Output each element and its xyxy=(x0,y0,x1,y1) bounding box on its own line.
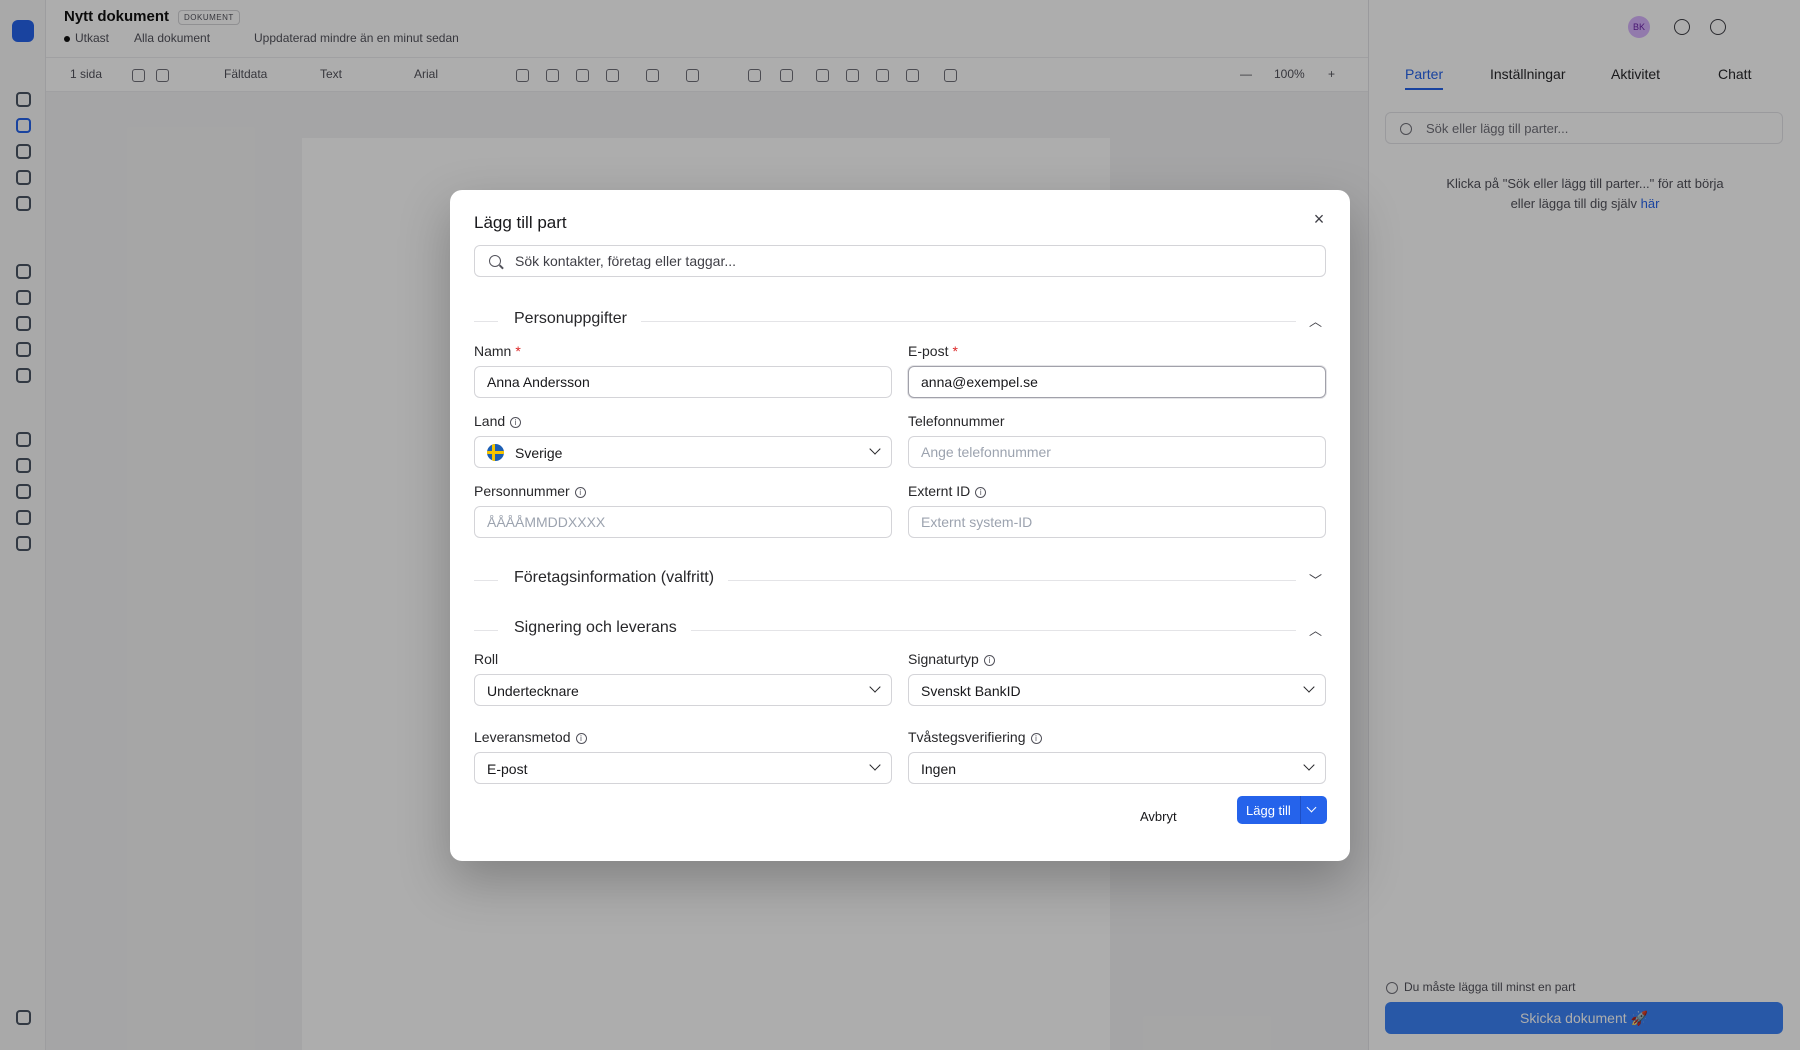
name-label-text: Namn xyxy=(474,343,512,359)
role-value: Undertecknare xyxy=(487,683,579,699)
button-divider xyxy=(1300,796,1301,824)
signature-type-label: Signaturtyp i xyxy=(908,651,995,667)
section-divider xyxy=(474,630,498,631)
country-select[interactable]: Sverige xyxy=(474,436,892,468)
external-id-field[interactable] xyxy=(908,506,1326,538)
email-label: E-post * xyxy=(908,343,958,359)
section-title: Företagsinformation (valfritt) xyxy=(514,569,729,587)
info-icon[interactable]: i xyxy=(975,487,987,498)
phone-input[interactable] xyxy=(921,437,1315,467)
two-step-label-text: Tvåstegsverifiering xyxy=(908,729,1026,745)
contact-search-input[interactable] xyxy=(515,246,1315,276)
delivery-method-value: E-post xyxy=(487,761,528,777)
external-id-label-text: Externt ID xyxy=(908,483,971,499)
country-label: Land i xyxy=(474,413,522,429)
chevron-up-icon[interactable]: ︿ xyxy=(1309,620,1322,639)
chevron-down-icon[interactable] xyxy=(1306,802,1317,813)
chevron-down-icon xyxy=(1303,681,1315,693)
section-divider xyxy=(474,580,498,581)
name-label: Namn * xyxy=(474,343,521,359)
external-id-label: Externt ID i xyxy=(908,483,987,499)
name-input[interactable] xyxy=(487,367,881,397)
info-icon[interactable]: i xyxy=(574,487,586,498)
info-icon[interactable]: i xyxy=(983,655,995,666)
phone-label: Telefonnummer xyxy=(908,413,1005,429)
chevron-down-icon xyxy=(1303,759,1315,771)
country-value: Sverige xyxy=(515,445,563,461)
info-icon[interactable]: i xyxy=(575,733,587,744)
signature-type-label-text: Signaturtyp xyxy=(908,651,979,667)
two-step-label: Tvåstegsverifiering i xyxy=(908,729,1042,745)
role-label: Roll xyxy=(474,651,499,667)
info-icon[interactable]: i xyxy=(1030,733,1042,744)
two-step-value: Ingen xyxy=(921,761,957,777)
search-icon xyxy=(489,255,501,267)
email-label-text: E-post xyxy=(908,343,949,359)
role-select[interactable]: Undertecknare xyxy=(474,674,892,706)
two-step-select[interactable]: Ingen xyxy=(908,752,1326,784)
section-title: Signering och leverans xyxy=(514,619,691,637)
sweden-flag-icon xyxy=(487,444,504,461)
email-field[interactable] xyxy=(908,366,1326,398)
personal-number-label: Personnummer i xyxy=(474,483,586,499)
signature-type-select[interactable]: Svenskt BankID xyxy=(908,674,1326,706)
close-icon[interactable]: × xyxy=(1306,206,1332,232)
add-button-label: Lägg till xyxy=(1246,803,1291,818)
chevron-up-icon[interactable]: ︿ xyxy=(1309,311,1322,330)
name-field[interactable] xyxy=(474,366,892,398)
contact-search[interactable] xyxy=(474,245,1326,277)
delivery-method-label-text: Leveransmetod xyxy=(474,729,571,745)
personal-number-field[interactable] xyxy=(474,506,892,538)
external-id-input[interactable] xyxy=(921,507,1315,537)
phone-field[interactable] xyxy=(908,436,1326,468)
signature-type-value: Svenskt BankID xyxy=(921,683,1021,699)
section-title: Personuppgifter xyxy=(514,310,641,328)
delivery-method-select[interactable]: E-post xyxy=(474,752,892,784)
section-signing[interactable]: Signering och leverans ︿ xyxy=(474,619,1326,641)
required-marker: * xyxy=(515,343,521,359)
country-label-text: Land xyxy=(474,413,506,429)
add-button[interactable]: Lägg till xyxy=(1237,796,1327,824)
section-company[interactable]: Företagsinformation (valfritt) ﹀ xyxy=(474,569,1326,591)
personal-number-label-text: Personnummer xyxy=(474,483,570,499)
cancel-button[interactable]: Avbryt xyxy=(1134,803,1183,830)
chevron-down-icon xyxy=(869,759,881,771)
chevron-down-icon xyxy=(869,681,881,693)
add-party-dialog: Lägg till part × Personuppgifter ︿ Namn*… xyxy=(450,190,1350,861)
email-input[interactable] xyxy=(921,367,1315,397)
section-personal[interactable]: Personuppgifter ︿ xyxy=(474,310,1326,332)
delivery-method-label: Leveransmetod i xyxy=(474,729,587,745)
required-marker: * xyxy=(952,343,958,359)
personal-number-input[interactable] xyxy=(487,507,881,537)
chevron-down-icon xyxy=(869,443,881,455)
dialog-title: Lägg till part xyxy=(474,213,567,232)
info-icon[interactable]: i xyxy=(510,417,522,428)
chevron-down-icon[interactable]: ﹀ xyxy=(1309,570,1322,589)
section-divider xyxy=(474,321,498,322)
